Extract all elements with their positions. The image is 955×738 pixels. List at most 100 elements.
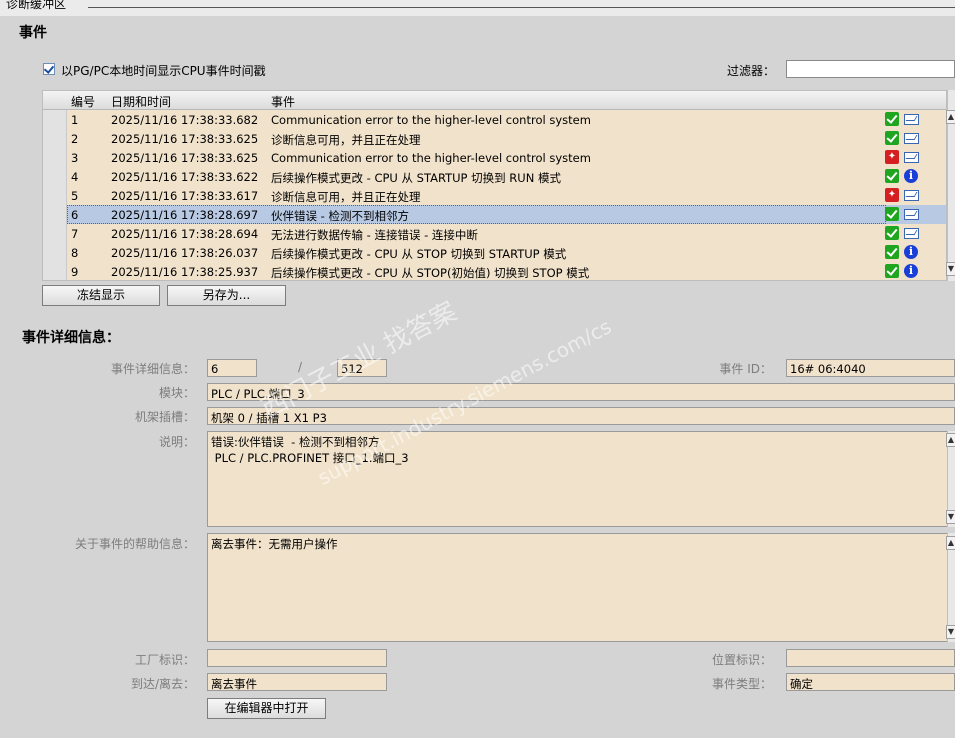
column-header-number[interactable]: 编号 [71,93,95,110]
row-number: 7 [71,227,79,241]
ok-check-icon [885,245,899,259]
column-header-event[interactable]: 事件 [271,93,295,110]
detail-total-field: 512 [337,359,387,377]
description-field[interactable]: 错误:伙伴错误 - 检测不到相邻方 PLC / PLC.PROFINET 接口_… [207,431,948,527]
scroll-up-arrow-icon[interactable]: ▲ [946,536,955,550]
ok-check-icon [885,169,899,183]
row-event: 诊断信息可用，并且正在处理 [271,133,421,147]
event-table: 编号 日期和时间 事件 1 2025/11/16 17:38:33.682 Comm… [42,90,947,281]
table-row[interactable]: 6 2025/11/16 17:38:28.697 伙伴错误 - 检测不到相邻方 [43,205,946,224]
filter-label: 过滤器： [727,64,776,78]
info-icon: i [904,245,918,259]
row-number: 2 [71,132,79,146]
info-icon: i [904,169,918,183]
scroll-up-arrow-icon[interactable]: ▲ [946,433,955,447]
ok-check-icon [885,131,899,145]
row-datetime: 2025/11/16 17:38:28.697 [111,208,259,222]
row-event: Communication error to the higher-level … [271,151,591,165]
row-number: 4 [71,170,79,184]
envelope-out-icon [904,114,919,125]
row-number: 3 [71,151,79,165]
plant-id-label: 工厂标识： [134,653,195,667]
table-row[interactable]: 1 2025/11/16 17:38:33.682 Communication er… [43,110,946,129]
help-label: 关于事件的帮助信息： [74,537,195,551]
row-event: 后续操作模式更改 - CPU 从 STARTUP 切换到 RUN 模式 [271,171,561,185]
row-event: 后续操作模式更改 - CPU 从 STOP(初始值) 切换到 STOP 模式 [271,266,590,280]
rack-slot-field: 机架 0 / 插槽 1 X1 P3 [207,407,955,425]
filter-input[interactable] [786,60,955,78]
envelope-out-icon [904,209,919,220]
row-selector[interactable] [43,110,67,129]
row-selector[interactable] [43,224,67,243]
location-id-label: 位置标识： [711,653,772,667]
location-id-field [786,649,955,667]
event-type-label: 事件类型： [711,677,772,691]
row-datetime: 2025/11/16 17:38:33.625 [111,151,259,165]
details-section-title: 事件详细信息： [22,330,120,346]
envelope-out-icon [904,133,919,144]
row-selector[interactable] [43,262,67,280]
plant-id-field [207,649,387,667]
envelope-in-icon [904,190,919,201]
ok-check-icon [885,264,899,278]
panel-tab-title: 诊断缓冲区 [6,0,67,11]
row-selector[interactable] [43,167,67,186]
row-number: 6 [71,208,79,222]
local-time-checkbox-label: 以PG/PC本地时间显示CPU事件时间戳 [61,64,266,78]
description-label: 说明： [158,435,195,449]
row-number: 9 [71,265,79,279]
row-event: 诊断信息可用，并且正在处理 [271,190,421,204]
row-event: 伙伴错误 - 检测不到相邻方 [271,209,409,223]
top-bar [0,0,955,16]
row-datetime: 2025/11/16 17:38:33.622 [111,170,259,184]
table-row[interactable]: 5 2025/11/16 17:38:33.617 诊断信息可用，并且正在处理 ✦ [43,186,946,205]
save-as-button[interactable]: 另存为... [167,285,286,306]
row-selector[interactable] [43,186,67,205]
wrench-error-icon: ✦ [885,150,899,164]
row-datetime: 2025/11/16 17:38:26.037 [111,246,259,260]
wrench-error-icon: ✦ [885,188,899,202]
event-id-field: 16# 06:4040 [786,359,955,377]
row-datetime: 2025/11/16 17:38:33.617 [111,189,259,203]
table-row[interactable]: 7 2025/11/16 17:38:28.694 无法进行数据传输 - 连接错误 … [43,224,946,243]
events-section-title: 事件 [19,25,47,41]
arrive-leave-label: 到达/离去： [130,677,195,691]
module-label: 模块： [158,386,195,400]
row-event: Communication error to the higher-level … [271,113,591,127]
detail-index-field: 6 [207,359,257,377]
scroll-down-arrow-icon[interactable]: ▼ [946,510,955,524]
row-number: 5 [71,189,79,203]
local-time-checkbox[interactable] [43,63,55,75]
scroll-down-arrow-icon[interactable]: ▼ [946,262,955,276]
rack-slot-label: 机架插槽： [134,410,195,424]
row-datetime: 2025/11/16 17:38:28.694 [111,227,259,241]
ok-check-icon [885,226,899,240]
detail-info-label: 事件详细信息： [110,362,195,376]
row-selector[interactable] [43,243,67,262]
row-datetime: 2025/11/16 17:38:33.682 [111,113,259,127]
scroll-down-arrow-icon[interactable]: ▼ [946,625,955,639]
column-header-datetime[interactable]: 日期和时间 [111,93,171,110]
table-row[interactable]: 4 2025/11/16 17:38:33.622 后续操作模式更改 - CPU 从… [43,167,946,186]
row-datetime: 2025/11/16 17:38:25.937 [111,265,259,279]
info-icon: i [904,264,918,278]
open-in-editor-button[interactable]: 在编辑器中打开 [207,698,326,719]
help-field[interactable]: 离去事件：无需用户操作 [207,533,948,642]
table-row[interactable]: 2 2025/11/16 17:38:33.625 诊断信息可用，并且正在处理 [43,129,946,148]
row-selector[interactable] [43,205,67,224]
row-event: 后续操作模式更改 - CPU 从 STOP 切换到 STARTUP 模式 [271,247,567,261]
ok-check-icon [885,207,899,221]
row-selector[interactable] [43,129,67,148]
table-row[interactable]: 3 2025/11/16 17:38:33.625 Communication er… [43,148,946,167]
scroll-up-arrow-icon[interactable]: ▲ [946,110,955,124]
row-selector[interactable] [43,148,67,167]
event-id-label: 事件 ID： [719,362,772,376]
table-row[interactable]: 8 2025/11/16 17:38:26.037 后续操作模式更改 - CPU 从… [43,243,946,262]
event-table-header: 编号 日期和时间 事件 [43,91,946,110]
table-row[interactable]: 9 2025/11/16 17:38:25.937 后续操作模式更改 - CPU 从… [43,262,946,280]
row-event: 无法进行数据传输 - 连接错误 - 连接中断 [271,228,478,242]
freeze-display-button[interactable]: 冻结显示 [42,285,160,306]
ok-check-icon [885,112,899,126]
row-number: 1 [71,113,79,127]
row-number: 8 [71,246,79,260]
